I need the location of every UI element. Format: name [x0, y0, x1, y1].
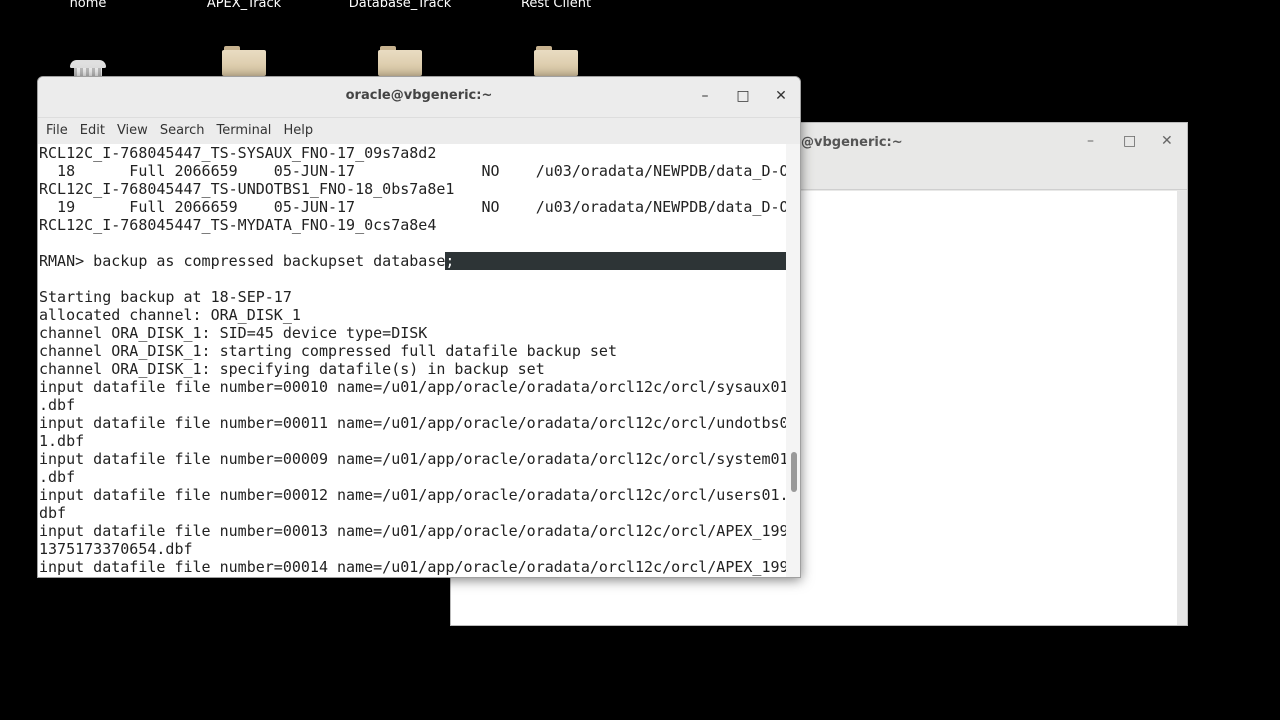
terminal-line: RCL12C_I-768045447_TS-UNDOTBS1_FNO-18_0b…	[39, 180, 455, 198]
desktop-icon-apex-track[interactable]: APEX_Track	[184, 0, 304, 76]
close-icon[interactable]: ✕	[771, 86, 791, 106]
folder-icon	[222, 46, 266, 76]
desktop-icon-label: Database_Track	[348, 0, 452, 11]
terminal-line: RCL12C_I-768045447_TS-MYDATA_FNO-19_0cs7…	[39, 216, 437, 234]
terminal-line: Starting backup at 18-SEP-17	[39, 288, 292, 306]
terminal-line: 19 Full 2066659 05-JUN-17 NO /u03/oradat…	[39, 198, 786, 216]
terminal-command-line[interactable]: RMAN> backup as compressed backupset dat…	[38, 252, 786, 270]
desktop-icon-database-track[interactable]: Database_Track	[340, 0, 460, 76]
terminal-line: input datafile file number=00009 name=/u…	[39, 450, 786, 468]
terminal-window[interactable]: oracle@vbgeneric:~ – □ ✕ File Edit View …	[37, 76, 801, 578]
desktop-icon-rest-client[interactable]: Rest Client	[496, 0, 616, 76]
terminal-line: allocated channel: ORA_DISK_1	[39, 306, 301, 324]
terminal-line: input datafile file number=00014 name=/u…	[39, 558, 786, 576]
close-icon[interactable]: ✕	[1161, 133, 1173, 149]
minimize-icon[interactable]: –	[695, 86, 715, 106]
bg-window-title: @vbgeneric:~	[801, 135, 903, 150]
scrollbar-thumb[interactable]	[791, 452, 797, 492]
terminal-output[interactable]: RCL12C_I-768045447_TS-SYSAUX_FNO-17_09s7…	[38, 144, 786, 577]
terminal-line: channel ORA_DISK_1: specifying datafile(…	[39, 360, 545, 378]
bg-window-scrollbar[interactable]	[1177, 191, 1187, 625]
terminal-line: dbf	[39, 504, 67, 522]
maximize-icon[interactable]: □	[1123, 133, 1136, 149]
terminal-line: channel ORA_DISK_1: starting compressed …	[39, 342, 617, 360]
terminal-line: 1.dbf	[39, 432, 85, 450]
desktop-icon-label: home	[69, 0, 107, 11]
maximize-icon[interactable]: □	[733, 86, 753, 106]
minimize-icon[interactable]: –	[1087, 133, 1094, 149]
terminal-line: input datafile file number=00012 name=/u…	[39, 486, 786, 504]
terminal-titlebar[interactable]: oracle@vbgeneric:~ – □ ✕	[38, 77, 800, 118]
desktop-icon-label: Rest Client	[520, 0, 592, 11]
menu-view[interactable]: View	[111, 118, 154, 144]
terminal-line: input datafile file number=00013 name=/u…	[39, 522, 786, 540]
terminal-line: channel ORA_DISK_1: SID=45 device type=D…	[39, 324, 428, 342]
terminal-line: input datafile file number=00011 name=/u…	[39, 414, 786, 432]
text-cursor-selection: ;	[445, 252, 786, 270]
terminal-menubar: File Edit View Search Terminal Help	[38, 118, 800, 145]
menu-help[interactable]: Help	[277, 118, 319, 144]
menu-terminal[interactable]: Terminal	[210, 118, 277, 144]
terminal-scrollbar[interactable]	[786, 144, 800, 577]
terminal-line: RCL12C_I-768045447_TS-SYSAUX_FNO-17_09s7…	[39, 144, 437, 162]
terminal-title: oracle@vbgeneric:~	[345, 88, 493, 103]
menu-edit[interactable]: Edit	[74, 118, 111, 144]
terminal-line: 18 Full 2066659 05-JUN-17 NO /u03/oradat…	[39, 162, 786, 180]
rman-command: RMAN> backup as compressed backupset dat…	[39, 252, 446, 270]
terminal-line: .dbf	[39, 396, 76, 414]
terminal-line: input datafile file number=00010 name=/u…	[39, 378, 786, 396]
menu-file[interactable]: File	[40, 118, 74, 144]
menu-search[interactable]: Search	[154, 118, 211, 144]
terminal-line: .dbf	[39, 468, 76, 486]
desktop-icon-label: APEX_Track	[206, 0, 282, 11]
folder-icon	[378, 46, 422, 76]
terminal-line: 1375173370654.dbf	[39, 540, 193, 558]
folder-icon	[534, 46, 578, 76]
